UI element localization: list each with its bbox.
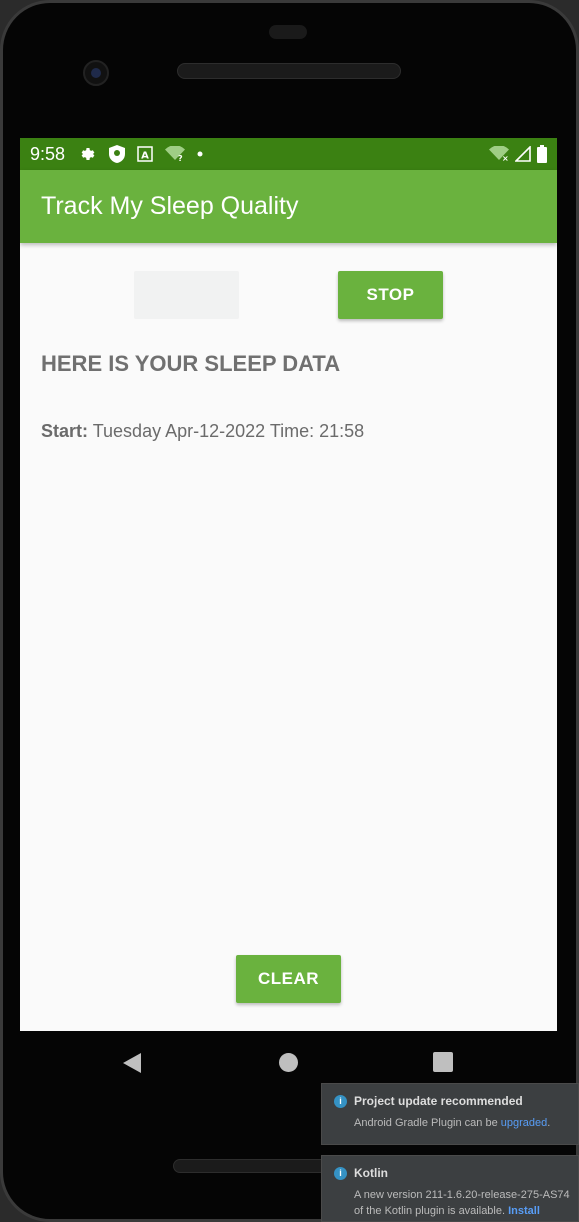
sleep-data-heading: HERE IS YOUR SLEEP DATA: [41, 351, 341, 376]
stop-button[interactable]: STOP: [338, 271, 443, 319]
dot-icon: [197, 151, 203, 157]
info-icon: i: [334, 1166, 347, 1180]
upgraded-link[interactable]: upgraded: [501, 1117, 548, 1129]
notification-body: Android Gradle Plugin can be upgraded.: [334, 1115, 568, 1131]
notification-line-2: of the Kotlin plugin is available.: [354, 1205, 509, 1217]
device-screen: 9:58 A ? × Track My Sleep Quality START …: [20, 138, 557, 1031]
svg-text:?: ?: [178, 154, 183, 162]
notification-line-1: A new version 211-1.6.20-release-275-AS7…: [354, 1189, 570, 1201]
wifi-question-icon: ?: [165, 146, 186, 162]
recents-icon[interactable]: [433, 1052, 453, 1072]
start-button[interactable]: START: [134, 271, 239, 319]
clear-button[interactable]: CLEAR: [236, 955, 341, 1003]
start-value: Tuesday Apr-12-2022 Time: 21:58: [92, 421, 365, 441]
app-title: Track My Sleep Quality: [41, 192, 299, 220]
top-sensor: [269, 25, 307, 39]
notification-project-update[interactable]: i Project update recommended Android Gra…: [321, 1083, 579, 1145]
app-bar: Track My Sleep Quality: [20, 170, 557, 243]
battery-icon: [537, 145, 547, 163]
front-camera: [83, 60, 109, 86]
signal-icon: [515, 146, 531, 162]
notification-body-suffix: .: [547, 1117, 551, 1129]
start-label: Start:: [41, 421, 89, 441]
wifi-off-icon: ×: [489, 146, 509, 162]
phone-frame: 9:58 A ? × Track My Sleep Quality START …: [0, 0, 579, 1222]
notification-title: Project update recommended: [354, 1094, 523, 1108]
sleep-start-line: Start: Tuesday Apr-12-2022 Time: 21:58: [41, 421, 364, 442]
svg-text:A: A: [141, 151, 149, 162]
font-a-icon: A: [137, 146, 153, 162]
earpiece-speaker: [177, 63, 401, 79]
svg-text:×: ×: [502, 154, 509, 162]
status-time: 9:58: [30, 143, 66, 164]
back-icon[interactable]: [122, 1052, 142, 1079]
status-bar: 9:58 A ? ×: [20, 138, 557, 170]
settings-icon: [79, 145, 97, 163]
info-icon: i: [334, 1094, 347, 1108]
shield-icon: [109, 145, 126, 163]
home-icon[interactable]: [279, 1053, 298, 1072]
notification-title: Kotlin: [354, 1166, 388, 1180]
notification-kotlin[interactable]: i Kotlin A new version 211-1.6.20-releas…: [321, 1155, 579, 1222]
notification-body-text: Android Gradle Plugin can be: [354, 1117, 501, 1129]
notification-body: A new version 211-1.6.20-release-275-AS7…: [334, 1187, 570, 1219]
install-link[interactable]: Install: [508, 1205, 540, 1217]
